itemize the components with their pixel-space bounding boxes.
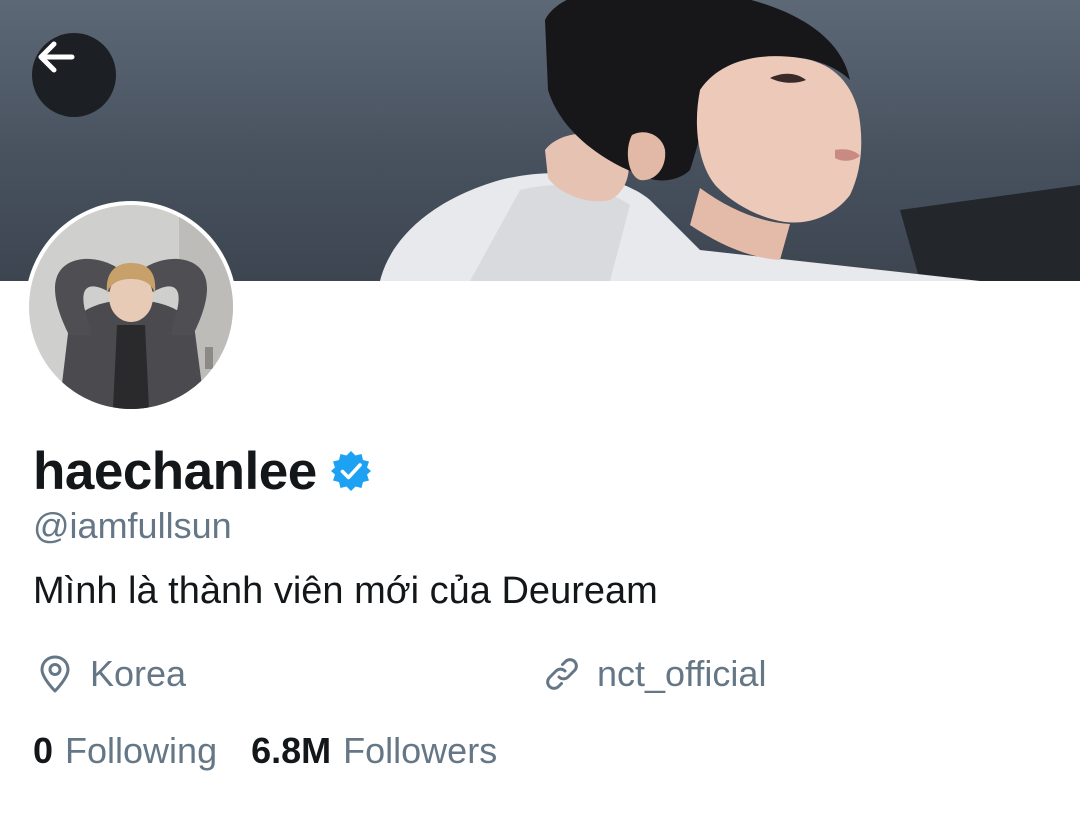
- location-pin-icon: [35, 654, 75, 694]
- back-button[interactable]: [32, 33, 116, 117]
- profile-bio: Mình là thành viên mới của Deuream: [33, 570, 658, 612]
- website-link[interactable]: nct_official: [597, 653, 766, 695]
- profile-website[interactable]: nct_official: [542, 650, 766, 698]
- profile-avatar[interactable]: [25, 201, 237, 413]
- followers-stat[interactable]: 6.8M Followers: [251, 730, 497, 772]
- display-name-row: haechanlee: [33, 436, 373, 506]
- avatar-photo: [29, 205, 233, 409]
- following-stat[interactable]: 0 Following: [33, 730, 217, 772]
- verified-badge-icon: [329, 449, 373, 493]
- arrow-left-icon: [38, 41, 75, 73]
- user-handle: @iamfullsun: [33, 505, 232, 546]
- followers-count: 6.8M: [251, 730, 332, 771]
- following-label: Following: [65, 730, 218, 771]
- display-name: haechanlee: [33, 441, 317, 501]
- link-icon: [542, 654, 582, 694]
- follow-stats: 0 Following 6.8M Followers: [33, 727, 497, 775]
- followers-label: Followers: [343, 730, 498, 771]
- location-text: Korea: [90, 653, 187, 694]
- following-count: 0: [33, 730, 54, 771]
- profile-location: Korea: [35, 650, 186, 698]
